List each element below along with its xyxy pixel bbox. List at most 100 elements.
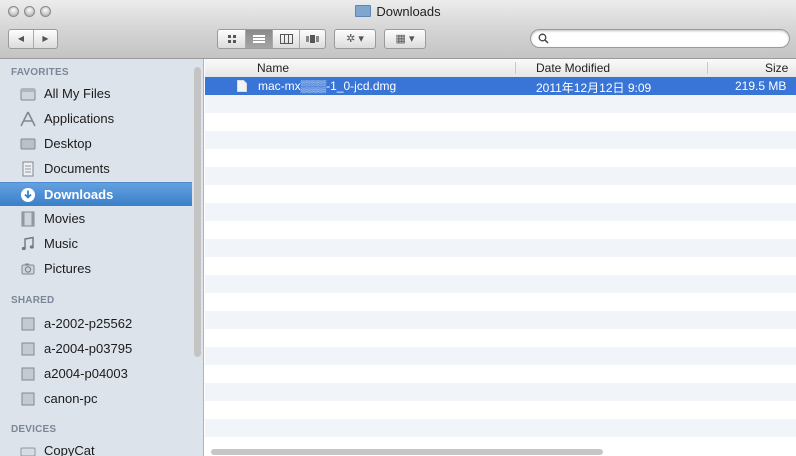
sidebar-item-label: Documents [44,161,110,176]
column-view-icon [279,34,293,44]
arrange-icon: ▦ ▾ [395,33,415,45]
nav-buttons: ◀ ▶ [8,29,58,49]
sidebar-item-shared-computer[interactable]: a-2002-p25562 [0,312,192,336]
back-button[interactable]: ◀ [9,30,33,48]
sidebar-item-label: Movies [44,211,86,226]
sidebar-item-pictures[interactable]: Pictures [0,257,192,281]
icon-view-button[interactable] [218,30,245,48]
pictures-icon [21,263,35,275]
sidebar-item-label: canon-pc [44,391,98,406]
network-computer-icon [21,342,35,356]
sidebar-section-shared: SHARED [11,295,55,306]
title-bar: Downloads ◀ ▶ ✲ ▾ ▦ ▾ [0,0,796,59]
column-header-size[interactable]: Size [765,61,788,75]
sidebar-item-label: a-2002-p25562 [44,316,133,331]
window-title-wrap: Downloads [0,4,796,19]
coverflow-view-icon [306,35,319,43]
sidebar-item-documents[interactable]: Documents [0,157,192,181]
sidebar-item-label: a-2004-p03795 [44,341,133,356]
empty-row [205,239,796,257]
column-header-bar: Name Date Modified Size [205,59,796,78]
finder-window: Downloads ◀ ▶ ✲ ▾ ▦ ▾ FAVORITES All My F… [0,0,796,456]
empty-row [205,95,796,113]
list-view-icon [253,35,265,43]
sidebar-item-label: Applications [44,111,115,126]
back-arrow-icon: ◀ [17,34,25,43]
empty-row [205,419,796,437]
music-icon [21,236,34,251]
sidebar-scrollbar[interactable] [194,67,201,357]
sidebar-item-desktop[interactable]: Desktop [0,132,192,156]
column-view-button[interactable] [272,30,299,48]
horizontal-scrollbar[interactable] [211,449,603,455]
list-view-button[interactable] [245,30,272,48]
empty-row [205,167,796,185]
sidebar-item-movies[interactable]: Movies [0,207,192,231]
arrange-menu-button[interactable]: ▦ ▾ [384,29,426,49]
file-rows: mac-mx▒▒▒-1_0-jcd.dmg 2011年12月12日 9:09 2… [205,77,796,455]
downloads-icon [21,188,35,202]
column-divider[interactable] [707,62,708,74]
folder-icon [355,5,372,17]
action-menu-button[interactable]: ✲ ▾ [334,29,376,49]
empty-row [205,383,796,401]
empty-row [205,185,796,203]
file-date-modified: 2011年12月12日 9:09 [536,81,652,95]
documents-icon [22,161,34,177]
view-mode-control [217,29,326,49]
movies-icon [21,211,35,227]
sidebar-item-label: All My Files [44,86,111,101]
sidebar-item-label: Downloads [44,187,114,202]
sidebar-item-device[interactable]: CopyCat [0,439,192,456]
table-row[interactable]: mac-mx▒▒▒-1_0-jcd.dmg 2011年12月12日 9:09 2… [205,77,796,95]
gear-icon: ✲ ▾ [346,33,364,45]
coverflow-view-button[interactable] [299,30,325,48]
file-size: 219.5 MB [735,79,787,93]
search-field[interactable] [530,29,790,48]
file-list: Name Date Modified Size mac-mx▒▒▒-1_0-jc… [205,59,796,456]
forward-button[interactable]: ▶ [33,30,57,48]
sidebar-item-shared-computer[interactable]: a2004-p04003 [0,362,192,386]
search-input[interactable] [553,31,785,47]
icon-view-icon [227,35,236,43]
empty-row [205,203,796,221]
network-computer-icon [21,317,35,331]
sidebar: FAVORITES All My Files Applications Desk… [0,59,204,456]
empty-row [205,149,796,167]
empty-row [205,275,796,293]
empty-row [205,257,796,275]
file-name: mac-mx▒▒▒-1_0-jcd.dmg [258,79,397,93]
sidebar-item-shared-computer[interactable]: canon-pc [0,387,192,411]
empty-row [205,311,796,329]
empty-row [205,131,796,149]
sidebar-item-shared-computer[interactable]: a-2004-p03795 [0,337,192,361]
sidebar-item-label: CopyCat [44,443,95,456]
applications-icon [20,111,36,127]
column-header-date-modified[interactable]: Date Modified [536,61,610,75]
network-computer-icon [21,367,35,381]
search-icon [538,33,549,44]
sidebar-section-devices: DEVICES [11,424,57,435]
sidebar-item-applications[interactable]: Applications [0,107,192,131]
empty-row [205,293,796,311]
disk-icon [20,447,36,456]
empty-row [205,347,796,365]
sidebar-item-downloads[interactable]: Downloads [0,182,192,206]
desktop-icon [20,138,36,150]
sidebar-item-music[interactable]: Music [0,232,192,256]
all-files-icon [20,88,36,101]
sidebar-item-label: Music [44,236,78,251]
sidebar-item-label: Pictures [44,261,91,276]
sidebar-item-label: a2004-p04003 [44,366,128,381]
sidebar-section-favorites: FAVORITES [11,67,69,78]
empty-row [205,401,796,419]
empty-row [205,365,796,383]
network-computer-icon [21,392,35,406]
column-header-name[interactable]: Name [257,61,289,75]
sidebar-item-all-my-files[interactable]: All My Files [0,82,192,106]
column-divider[interactable] [515,62,516,74]
empty-row [205,221,796,239]
forward-arrow-icon: ▶ [42,34,49,43]
file-icon [237,80,247,92]
window-title: Downloads [376,4,441,19]
